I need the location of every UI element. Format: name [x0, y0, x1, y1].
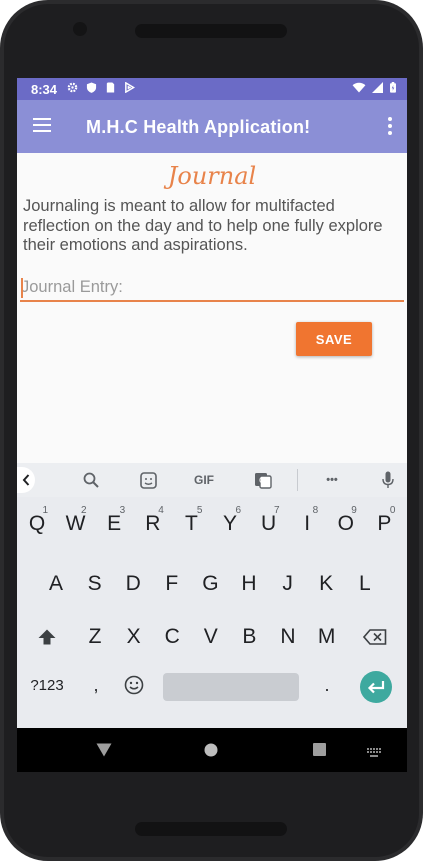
shift-key[interactable] [29, 617, 65, 657]
key-hint: 4 [158, 505, 164, 516]
key-w[interactable]: W2 [58, 504, 94, 544]
key-l[interactable]: L [347, 564, 383, 604]
overflow-menu-icon[interactable] [387, 117, 393, 137]
key-p[interactable]: P0 [366, 504, 402, 544]
status-system-icons [352, 82, 397, 93]
key-hint: 2 [81, 505, 87, 516]
status-notification-icons [67, 82, 135, 93]
shield-icon [86, 82, 97, 93]
key-j[interactable]: J [270, 564, 306, 604]
front-camera [73, 22, 87, 36]
key-q[interactable]: Q1 [19, 504, 55, 544]
sim-card-icon [106, 82, 115, 93]
comma-key[interactable]: , [78, 665, 114, 705]
soft-keyboard: GIF G ••• Q1W2E3R4T5Y6U7I8O9P0 ASDFGHJKL… [17, 463, 407, 728]
gif-icon[interactable]: GIF [189, 470, 219, 490]
enter-arrow-icon [367, 681, 385, 694]
journal-heading: Journal [167, 162, 257, 190]
battery-icon [390, 82, 396, 93]
key-i[interactable]: I8 [289, 504, 325, 544]
navigation-bar [17, 728, 407, 772]
key-hint: 7 [274, 505, 280, 516]
key-hint: 0 [389, 505, 396, 516]
symbols-key[interactable]: ?123 [27, 665, 67, 705]
play-icon [125, 82, 135, 93]
key-a[interactable]: A [38, 564, 74, 604]
gear-icon [67, 82, 78, 93]
wifi-icon [352, 82, 366, 93]
key-n[interactable]: N [270, 617, 306, 657]
search-icon[interactable] [81, 470, 101, 490]
journal-entry-input[interactable] [20, 274, 404, 302]
key-u[interactable]: U7 [251, 504, 287, 544]
earpiece-speaker [135, 24, 287, 38]
key-g[interactable]: G [192, 564, 228, 604]
hamburger-menu-icon[interactable] [33, 118, 51, 132]
signal-icon [372, 82, 383, 93]
status-bar: 8:34 [17, 78, 407, 100]
key-d[interactable]: D [115, 564, 151, 604]
key-k[interactable]: K [308, 564, 344, 604]
key-c[interactable]: C [154, 617, 190, 657]
back-triangle-icon[interactable] [96, 743, 112, 762]
more-icon[interactable]: ••• [320, 470, 344, 490]
status-time: 8:34 [31, 82, 58, 97]
app-bar: M.H.C Health Application! [17, 100, 407, 153]
key-hint: 6 [235, 505, 241, 516]
keyboard-switch-icon[interactable] [367, 745, 381, 763]
bottom-speaker [135, 822, 287, 836]
key-f[interactable]: F [154, 564, 190, 604]
sticker-icon[interactable] [138, 470, 158, 490]
microphone-icon[interactable] [380, 470, 396, 490]
key-z[interactable]: Z [77, 617, 113, 657]
key-hint: 5 [196, 505, 203, 516]
key-y[interactable]: Y6 [212, 504, 248, 544]
toolbar-divider [297, 469, 298, 491]
key-h[interactable]: H [231, 564, 267, 604]
app-title: M.H.C Health Application! [86, 117, 311, 137]
key-hint: 1 [42, 505, 48, 516]
key-t[interactable]: T5 [173, 504, 209, 544]
translate-icon[interactable]: G [253, 470, 273, 490]
back-chevron-icon[interactable] [17, 467, 35, 493]
recents-square-icon[interactable] [313, 743, 326, 761]
key-s[interactable]: S [77, 564, 113, 604]
key-label: I [304, 512, 311, 535]
key-e[interactable]: E3 [96, 504, 132, 544]
text-cursor [21, 278, 23, 298]
key-x[interactable]: X [116, 617, 152, 657]
screen: 8:34 M.H.C Health Application! Journal J… [17, 78, 407, 772]
phone-frame: 8:34 M.H.C Health Application! Journal J… [0, 0, 423, 861]
key-b[interactable]: B [231, 617, 267, 657]
home-circle-icon[interactable] [204, 743, 218, 762]
key-hint: 3 [119, 505, 126, 516]
enter-key[interactable] [360, 671, 392, 703]
journal-description: Journaling is meant to allow for multifa… [23, 197, 383, 254]
key-hint: 9 [351, 505, 357, 516]
key-m[interactable]: M [309, 617, 345, 657]
key-r[interactable]: R4 [135, 504, 171, 544]
key-o[interactable]: O9 [328, 504, 364, 544]
backspace-key[interactable] [357, 617, 393, 657]
key-hint: 8 [312, 505, 319, 516]
key-v[interactable]: V [193, 617, 229, 657]
svg-text:G: G [259, 476, 265, 485]
save-button[interactable]: SAVE [296, 322, 372, 356]
keyboard-toolbar: GIF G ••• [17, 463, 407, 497]
period-key[interactable]: . [309, 665, 345, 705]
space-key[interactable] [163, 673, 299, 701]
emoji-key[interactable] [116, 665, 152, 705]
